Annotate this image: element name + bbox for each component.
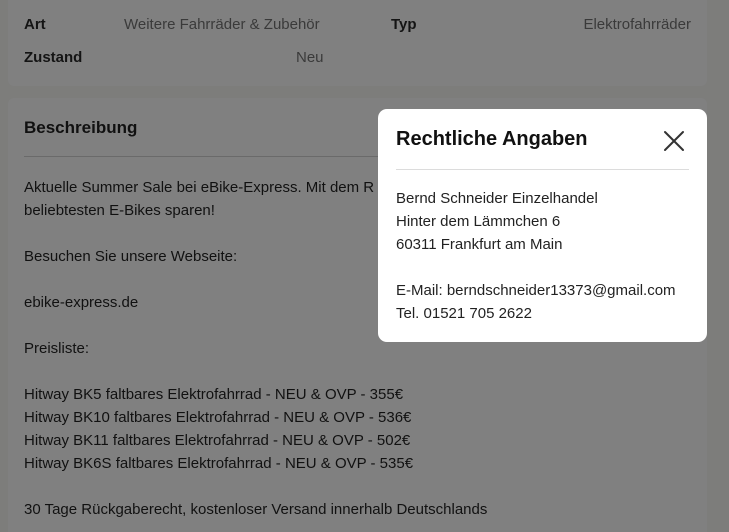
city-address: 60311 Frankfurt am Main [396, 236, 563, 253]
art-label: Art [24, 16, 46, 33]
modal-body: Bernd Schneider Einzelhandel Hinter dem … [396, 187, 676, 325]
price-item: Hitway BK6S faltbares Elektrofahrrad - N… [24, 455, 414, 472]
typ-value: Elektrofahrräder [583, 16, 691, 33]
description-title: Beschreibung [24, 118, 138, 137]
price-item: Hitway BK10 faltbares Elektrofahrrad - N… [24, 409, 412, 426]
legal-info-modal: Rechtliche Angaben Bernd Schneider Einze… [378, 109, 707, 342]
price-item: Hitway BK5 faltbares Elektrofahrrad - NE… [24, 386, 404, 403]
art-value: Weitere Fahrräder & Zubehör [124, 16, 320, 33]
phone-text: Tel. 01521 705 2622 [396, 305, 532, 322]
zustand-value: Neu [296, 49, 324, 66]
description-line: 30 Tage Rückgaberecht, kostenloser Versa… [24, 501, 488, 518]
typ-label: Typ [391, 16, 417, 33]
details-card: Art Weitere Fahrräder & Zubehör Typ Elek… [8, 0, 707, 86]
page: Art Weitere Fahrräder & Zubehör Typ Elek… [0, 0, 729, 532]
zustand-label: Zustand [24, 49, 83, 66]
street-address: Hinter dem Lämmchen 6 [396, 213, 561, 230]
close-icon[interactable] [662, 129, 686, 153]
company-name: Bernd Schneider Einzelhandel [396, 190, 598, 207]
price-item: Hitway BK11 faltbares Elektrofahrrad - N… [24, 432, 411, 449]
email-text: E-Mail: berndschneider13373@gmail.com [396, 282, 676, 299]
modal-divider [396, 169, 689, 170]
modal-title: Rechtliche Angaben [396, 128, 588, 150]
